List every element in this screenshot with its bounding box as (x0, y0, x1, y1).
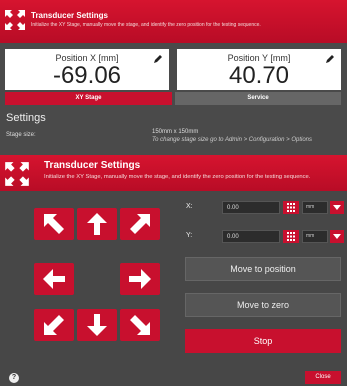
pencil-icon[interactable] (153, 54, 163, 64)
y-unit-dropdown[interactable] (330, 230, 344, 243)
x-input[interactable]: 0.00 (222, 201, 280, 214)
move-down-left-button[interactable] (34, 309, 74, 341)
arrow-up-icon (87, 213, 107, 235)
y-unit-select[interactable]: mm (302, 230, 328, 243)
stage-size-value: 150mm x 150mm (152, 129, 199, 135)
x-unit-select[interactable]: mm (302, 201, 328, 214)
y-label: Y: (186, 232, 193, 239)
pencil-icon[interactable] (325, 54, 335, 64)
move-to-position-button[interactable]: Move to position (185, 257, 341, 281)
position-x-value: -69.06 (52, 62, 122, 89)
main-header: Transducer Settings Initialize the XY St… (0, 155, 347, 191)
move-to-zero-button[interactable]: Move to zero (185, 293, 341, 317)
stage-size-label: Stage size: (6, 132, 36, 138)
main-header-subtitle: Initialize the XY Stage, manually move t… (44, 174, 311, 180)
arrow-up-right-icon (130, 214, 150, 234)
settings-heading: Settings (6, 112, 46, 124)
help-button[interactable]: ? (9, 373, 19, 383)
arrow-left-icon (43, 269, 65, 289)
tab-xy-stage[interactable]: XY Stage (5, 92, 172, 105)
chevron-down-icon (333, 234, 341, 239)
x-calculator-button[interactable] (283, 201, 299, 214)
move-up-button[interactable] (77, 208, 117, 240)
x-unit-dropdown[interactable] (330, 201, 344, 214)
top-header-subtitle: Initialize the XY Stage, manually move t… (31, 22, 261, 28)
position-x-display: Position X [mm] -69.06 (5, 49, 169, 90)
move-up-right-button[interactable] (120, 208, 160, 240)
tab-service[interactable]: Service (175, 92, 341, 105)
stop-button[interactable]: Stop (185, 329, 341, 353)
move-down-button[interactable] (77, 309, 117, 341)
keypad-icon (287, 232, 295, 241)
arrow-down-left-icon (44, 315, 64, 335)
top-header-title: Transducer Settings (31, 11, 108, 20)
y-calculator-button[interactable] (283, 230, 299, 243)
keypad-icon (287, 203, 295, 212)
main-header-title: Transducer Settings (44, 160, 141, 171)
arrow-right-icon (129, 269, 151, 289)
stage-size-note: To change stage size go to Admin > Confi… (152, 137, 312, 143)
move-right-button[interactable] (120, 263, 160, 295)
close-button[interactable]: Close (305, 371, 341, 384)
arrow-down-icon (87, 314, 107, 336)
y-input[interactable]: 0.00 (222, 230, 280, 243)
top-header: Transducer Settings Initialize the XY St… (0, 0, 347, 43)
position-y-display: Position Y [mm] 40.70 (177, 49, 341, 90)
move-left-button[interactable] (34, 263, 74, 295)
position-y-value: 40.70 (228, 62, 290, 89)
expand-arrows-icon (5, 162, 29, 186)
arrow-up-left-icon (44, 214, 64, 234)
chevron-down-icon (333, 205, 341, 210)
x-label: X: (186, 203, 193, 210)
move-down-right-button[interactable] (120, 309, 160, 341)
move-up-left-button[interactable] (34, 208, 74, 240)
arrow-down-right-icon (130, 315, 150, 335)
expand-arrows-icon (5, 10, 25, 30)
